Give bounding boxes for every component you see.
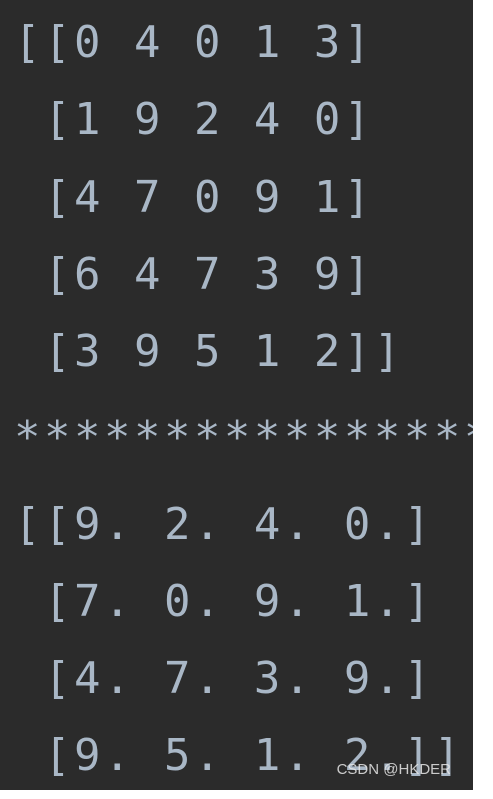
watermark: CSDN @HKDER <box>336 761 451 778</box>
output-line: [7. 0. 9. 1.] <box>14 576 434 627</box>
output-line: [[9. 2. 4. 0.] <box>14 499 434 550</box>
output-line: [3 9 5 1 2]] <box>14 326 404 377</box>
output-line: [4. 7. 3. 9.] <box>14 653 434 704</box>
console-output: [[0 4 0 1 3] [1 9 2 4 0] [4 7 0 9 1] [6 … <box>0 0 473 790</box>
output-line: [1 9 2 4 0] <box>14 94 374 145</box>
output-line: [6 4 7 3 9] <box>14 249 374 300</box>
output-line: [[0 4 0 1 3] <box>14 17 374 68</box>
output-line: [4 7 0 9 1] <box>14 172 374 223</box>
separator-line: **************** <box>14 412 473 463</box>
